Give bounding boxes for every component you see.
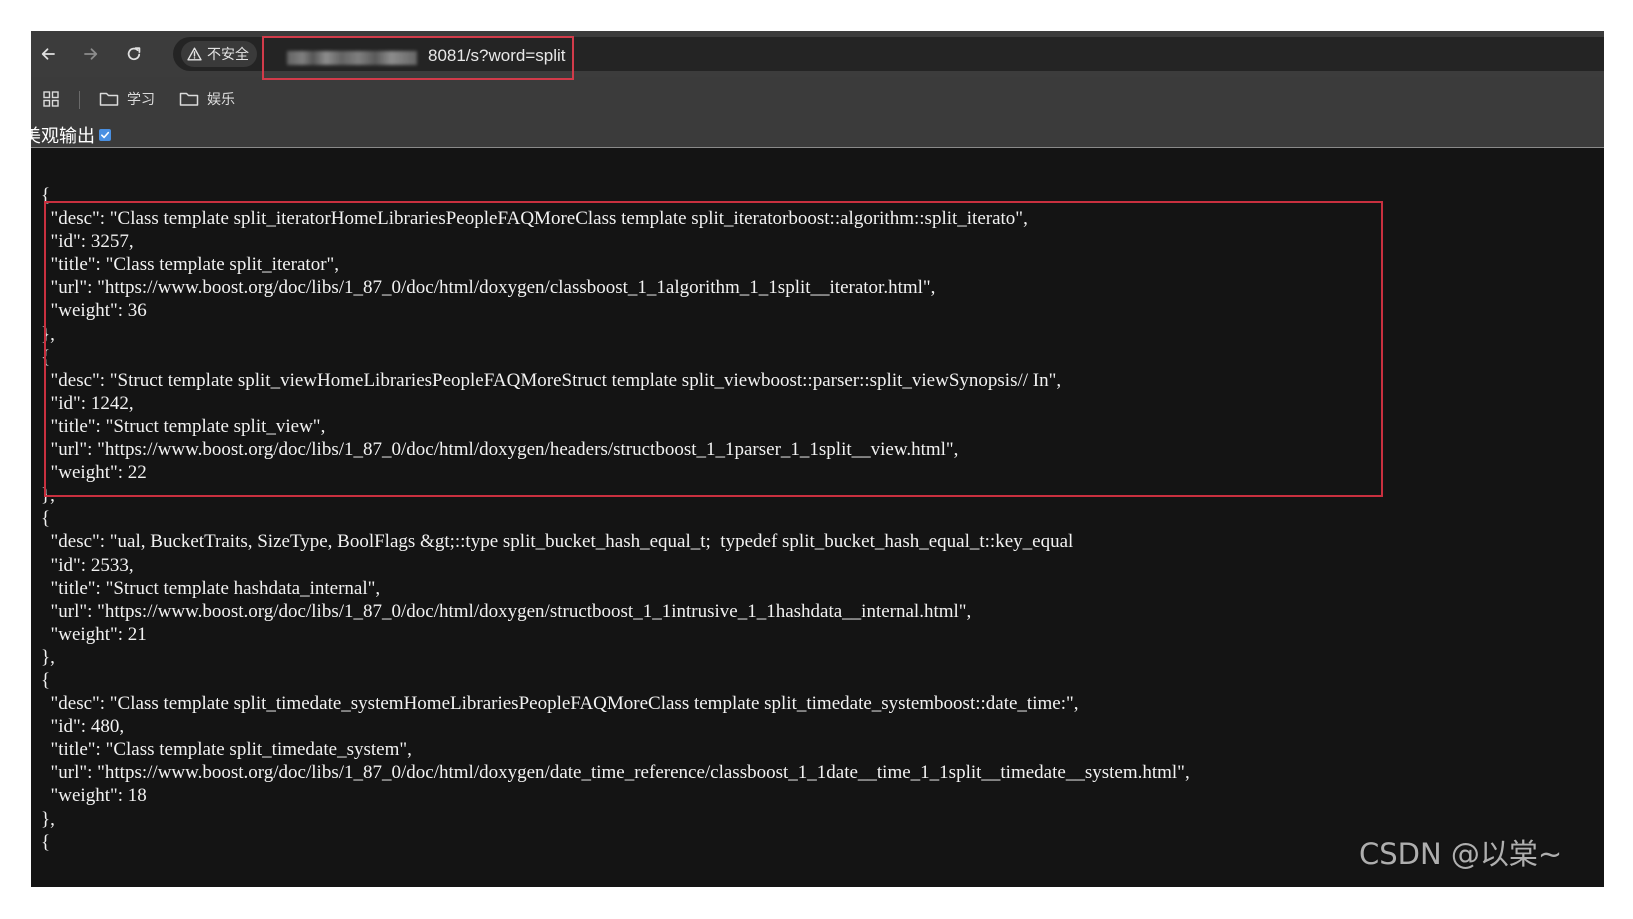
- json-line: "id": 2533,: [41, 554, 134, 576]
- json-line: "title": "Struct template split_view",: [41, 415, 326, 437]
- json-line: "title": "Struct template hashdata_inter…: [41, 577, 381, 599]
- navigation-bar: 不安全 8081/s?word=split: [31, 31, 1604, 80]
- security-indicator[interactable]: 不安全: [181, 41, 257, 67]
- bookmarks-bar: 学习 娱乐: [31, 83, 1604, 115]
- folder-icon: [179, 92, 199, 106]
- browser-window: 不安全 8081/s?word=split 学习 娱乐 美观输出 {"desc…: [31, 31, 1604, 887]
- json-line: {: [41, 669, 51, 691]
- json-line: "url": "https://www.boost.org/doc/libs/1…: [41, 277, 936, 299]
- security-label: 不安全: [207, 47, 249, 63]
- apps-button[interactable]: [42, 87, 60, 111]
- json-line: },: [41, 323, 55, 345]
- warning-icon: [187, 47, 202, 61]
- reload-button[interactable]: [120, 40, 148, 68]
- json-line: "desc": "Struct template split_viewHomeL…: [41, 369, 1062, 391]
- check-icon: [101, 131, 110, 139]
- json-line: },: [41, 646, 55, 668]
- json-line: "weight": 18: [41, 785, 147, 807]
- json-line: "title": "Class template split_iterator"…: [41, 254, 340, 276]
- json-line: "title": "Class template split_timedate_…: [41, 739, 412, 761]
- arrow-right-icon: [84, 48, 98, 60]
- json-line: "id": 3257,: [41, 231, 134, 253]
- json-line: "desc": "Class template split_timedate_s…: [41, 693, 1079, 715]
- json-line: "weight": 22: [41, 462, 147, 484]
- watermark: CSDN @以棠~: [1359, 837, 1563, 871]
- bookmark-label: 学习: [127, 92, 155, 108]
- json-viewer: { "desc": "Class template split_iterator…: [31, 148, 1604, 887]
- pretty-print-toggle[interactable]: 美观输出: [31, 122, 111, 148]
- browser-chrome: 不安全 8081/s?word=split 学习 娱乐 美观输出: [31, 31, 1604, 154]
- json-line: },: [41, 485, 55, 507]
- apps-grid-icon: [43, 91, 59, 107]
- bookmark-label: 娱乐: [207, 92, 235, 108]
- pretty-print-label: 美观输出: [31, 126, 95, 147]
- json-line: "weight": 21: [41, 623, 147, 645]
- redacted-host: [287, 51, 417, 65]
- back-button[interactable]: [34, 40, 62, 68]
- json-line: "url": "https://www.boost.org/doc/libs/1…: [41, 439, 959, 461]
- address-bar[interactable]: 不安全 8081/s?word=split: [173, 36, 1604, 80]
- bookmark-folder-study[interactable]: 学习: [99, 87, 155, 111]
- json-line: {: [41, 185, 51, 206]
- json-line: "url": "https://www.boost.org/doc/libs/1…: [41, 762, 1190, 784]
- json-line: "url": "https://www.boost.org/doc/libs/1…: [41, 600, 972, 622]
- bookmark-folder-entertainment[interactable]: 娱乐: [179, 87, 235, 111]
- json-line: "id": 480,: [41, 716, 125, 738]
- json-code-block: { "desc": "Class template split_iterator…: [41, 184, 1190, 854]
- forward-button[interactable]: [77, 40, 105, 68]
- arrow-left-icon: [41, 48, 55, 60]
- json-line: {: [41, 831, 51, 853]
- json-line: "desc": "ual, BucketTraits, SizeType, Bo…: [41, 531, 1074, 553]
- json-line: "desc": "Class template split_iteratorHo…: [41, 208, 1028, 230]
- pretty-print-checkbox[interactable]: [99, 129, 111, 141]
- url-text[interactable]: 8081/s?word=split: [428, 46, 566, 66]
- bookmarks-divider: [79, 91, 80, 109]
- json-line: "id": 1242,: [41, 392, 134, 414]
- reload-icon: [127, 47, 141, 61]
- folder-icon: [99, 92, 119, 106]
- json-line: "weight": 36: [41, 300, 147, 322]
- json-line: {: [41, 346, 51, 368]
- json-line: {: [41, 508, 51, 530]
- json-line: },: [41, 808, 55, 830]
